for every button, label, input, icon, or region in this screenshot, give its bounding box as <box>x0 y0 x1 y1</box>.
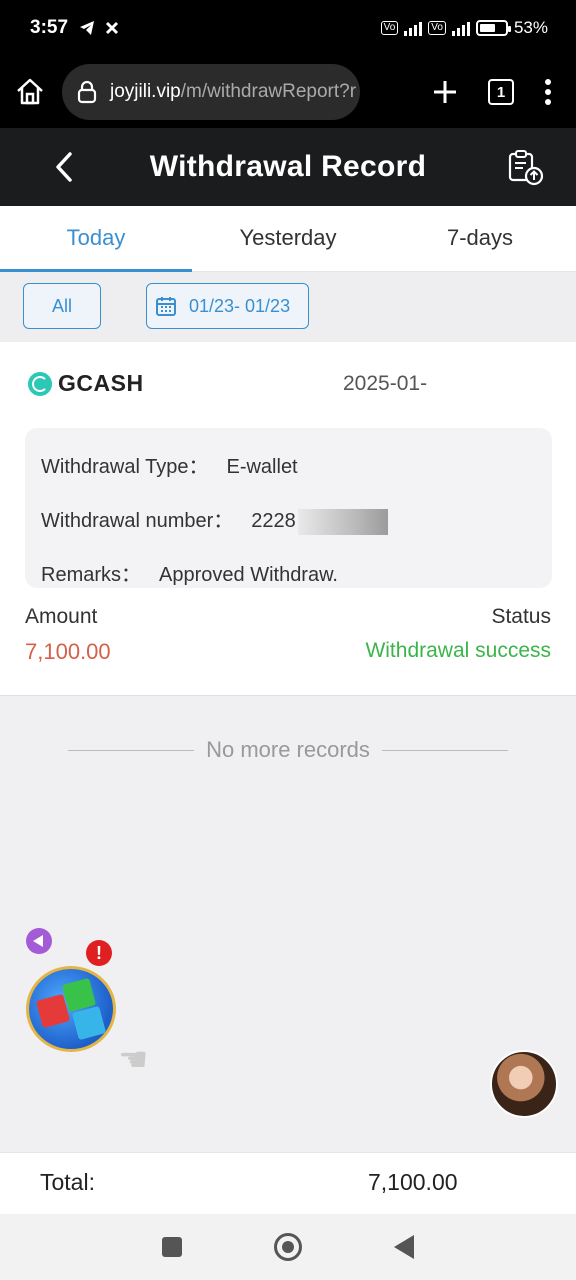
more-menu-icon[interactable] <box>544 79 552 105</box>
home-nav-icon[interactable] <box>274 1233 302 1261</box>
game-cubes-icon[interactable] <box>26 966 116 1052</box>
floating-game-widget[interactable]: ! ☚ <box>22 922 162 1092</box>
tab-yesterday[interactable]: Yesterday <box>192 206 384 271</box>
lock-icon[interactable] <box>76 80 98 104</box>
total-value: 7,100.00 <box>368 1169 458 1195</box>
number-label: Withdrawal number： <box>41 510 234 532</box>
redacted-blur <box>297 508 388 535</box>
date-range-button[interactable]: 01/23- 01/23 <box>146 283 309 329</box>
status-bar: 3:57 Vo Vo 53% <box>0 0 576 56</box>
tab-today[interactable]: Today <box>0 206 192 272</box>
no-more-records: No more records <box>68 737 508 763</box>
calendar-icon <box>156 297 176 316</box>
browser-toolbar: joyjili.vip/m/withdrawReport?r 1 <box>0 56 576 128</box>
home-icon[interactable] <box>14 76 46 108</box>
date-range-text: 01/23- 01/23 <box>189 295 291 316</box>
filter-row: All 01/23- 01/23 <box>0 272 576 342</box>
total-label: Total: <box>40 1169 95 1195</box>
url-path: /m/withdrawReport?r <box>180 81 357 102</box>
gcash-logo-icon <box>28 371 52 396</box>
status-value: Withdrawal success <box>365 639 551 662</box>
amount-label: Amount <box>25 605 98 628</box>
payment-method: GCASH <box>58 370 144 396</box>
tab-7-days[interactable]: 7-days <box>384 206 576 271</box>
record-details: Withdrawal Type： E-wallet Withdrawal numb… <box>25 428 552 588</box>
page-title: Withdrawal Record <box>149 150 427 183</box>
volte-icon-2: Vo <box>428 21 446 35</box>
type-value: E-wallet <box>226 456 298 478</box>
signal-icon-2 <box>451 20 470 36</box>
divider <box>68 749 195 751</box>
date-tabs: Today Yesterday 7-days <box>0 206 576 272</box>
battery-icon <box>475 20 511 36</box>
signal-icon <box>404 20 423 36</box>
withdrawal-record-card[interactable]: GCASH 2025-01- Withdrawal Type： E-wallet … <box>0 342 576 696</box>
clipboard-upload-icon[interactable] <box>506 148 544 186</box>
address-bar[interactable]: joyjili.vip/m/withdrawReport?r <box>62 64 360 120</box>
no-more-text: No more records <box>206 737 370 762</box>
divider <box>381 749 508 751</box>
back-nav-icon[interactable] <box>394 1235 414 1259</box>
status-label: Status <box>491 605 551 628</box>
collapse-arrow-icon[interactable] <box>26 928 52 954</box>
url-domain: joyjili.vip <box>110 81 181 102</box>
alert-badge: ! <box>86 940 112 966</box>
record-date: 2025-01- <box>343 372 428 395</box>
system-nav-bar <box>0 1214 576 1280</box>
app-header: Withdrawal Record <box>0 128 576 206</box>
amount-value: 7,100.00 <box>25 639 111 664</box>
remarks-value: Approved Withdraw. <box>159 564 338 586</box>
pointing-hand-icon: ☚ <box>118 1041 149 1079</box>
tab-switcher-button[interactable]: 1 <box>488 79 514 105</box>
new-tab-icon[interactable] <box>432 79 458 105</box>
back-arrow-icon[interactable] <box>50 150 76 184</box>
number-value: 2228 <box>251 510 296 532</box>
battery-percent: 53% <box>513 18 548 37</box>
app-notification-icon <box>106 22 119 34</box>
clock: 3:57 <box>30 17 69 38</box>
recents-icon[interactable] <box>162 1237 182 1257</box>
type-label: Withdrawal Type： <box>41 456 209 478</box>
all-filter-button[interactable]: All <box>23 283 101 329</box>
remarks-label: Remarks： <box>41 564 142 586</box>
total-bar: Total: 7,100.00 <box>0 1152 576 1214</box>
support-avatar[interactable] <box>490 1050 558 1118</box>
volte-icon: Vo <box>380 21 399 35</box>
telegram-icon <box>80 21 95 35</box>
